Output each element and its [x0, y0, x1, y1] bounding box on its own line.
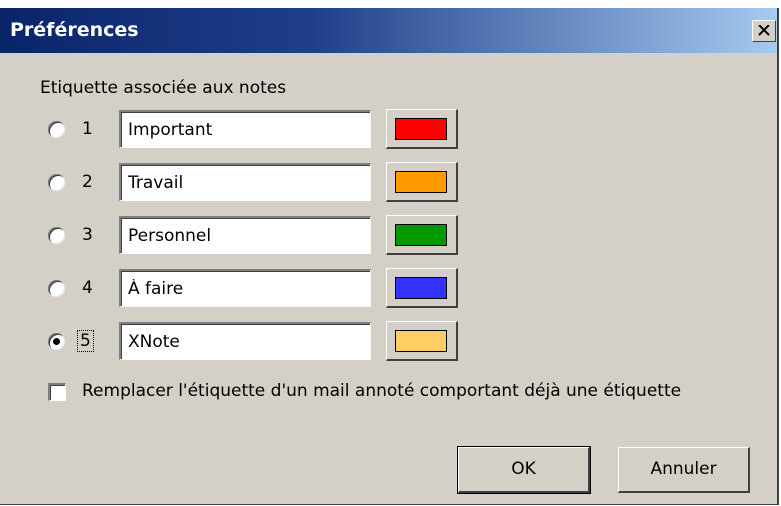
label-name-input-3[interactable] — [119, 216, 371, 254]
label-color-button-1[interactable] — [386, 109, 458, 149]
label-row-3: 3 — [0, 215, 779, 255]
label-name-input-1[interactable] — [119, 110, 371, 148]
label-name-input-5[interactable] — [119, 322, 371, 360]
label-color-button-4[interactable] — [386, 268, 458, 308]
label-radio-4[interactable] — [48, 280, 65, 297]
label-color-swatch-2 — [395, 171, 447, 193]
label-number-1: 1 — [82, 119, 93, 139]
label-number-2: 2 — [82, 172, 93, 192]
label-radio-3[interactable] — [48, 227, 65, 244]
label-name-input-2[interactable] — [119, 163, 371, 201]
label-radio-2[interactable] — [48, 174, 65, 191]
close-button[interactable] — [752, 20, 776, 42]
label-color-button-2[interactable] — [386, 162, 458, 202]
label-color-swatch-1 — [395, 118, 447, 140]
label-number-4: 4 — [82, 278, 93, 298]
label-color-swatch-3 — [395, 224, 447, 246]
label-radio-1[interactable] — [48, 121, 65, 138]
ok-button[interactable]: OK — [457, 446, 591, 494]
label-row-4: 4 — [0, 268, 779, 308]
label-radio-5[interactable] — [48, 333, 65, 350]
close-icon — [758, 25, 770, 36]
label-color-swatch-5 — [395, 330, 447, 352]
preferences-dialog: Préférences Etiquette associée aux notes… — [0, 8, 779, 505]
replace-label-text: Remplacer l'étiquette d'un mail annoté c… — [82, 381, 682, 401]
radio-selected-dot — [53, 338, 60, 345]
label-row-5: 5 — [0, 321, 779, 361]
label-color-swatch-4 — [395, 277, 447, 299]
label-row-1: 1 — [0, 109, 779, 149]
cancel-button[interactable]: Annuler — [618, 447, 750, 493]
label-color-button-3[interactable] — [386, 215, 458, 255]
label-row-2: 2 — [0, 162, 779, 202]
label-color-button-5[interactable] — [386, 321, 458, 361]
replace-label-checkbox[interactable] — [48, 383, 66, 401]
dialog-title: Préférences — [10, 19, 139, 41]
labels-group-heading: Etiquette associée aux notes — [40, 78, 287, 98]
label-name-input-4[interactable] — [119, 269, 371, 307]
label-number-3: 3 — [82, 225, 93, 245]
title-bar[interactable]: Préférences — [0, 8, 777, 53]
label-number-5: 5 — [77, 330, 94, 352]
